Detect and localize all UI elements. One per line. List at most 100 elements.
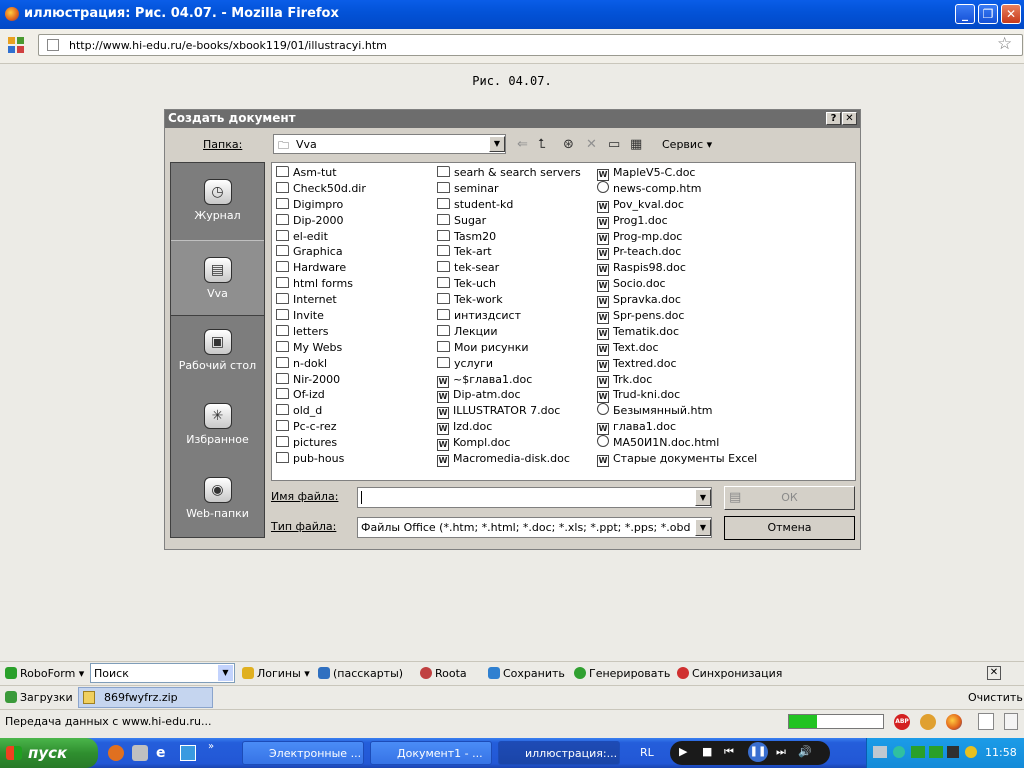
new-folder-icon[interactable]: ▭ bbox=[608, 137, 620, 152]
task-illustration[interactable]: иллюстрация:... bbox=[498, 741, 620, 765]
close-button[interactable]: ✕ bbox=[1001, 4, 1021, 24]
tools-menu[interactable]: Сервис ▾ bbox=[662, 138, 712, 151]
file-item[interactable]: W Textred.doc bbox=[597, 356, 757, 372]
resize-grip-icon[interactable] bbox=[1004, 713, 1018, 730]
file-item[interactable]: html forms bbox=[276, 276, 366, 292]
file-item[interactable]: W Trud-kni.doc bbox=[597, 387, 757, 404]
addon-face-icon[interactable] bbox=[920, 714, 936, 730]
file-item[interactable]: W Prog1.doc bbox=[597, 213, 757, 229]
file-item[interactable]: W Dip-atm.doc bbox=[437, 387, 581, 404]
passcards-button[interactable]: (пасскарты) bbox=[318, 667, 403, 680]
url-field[interactable]: http://www.hi-edu.ru/e-books/xbook119/01… bbox=[38, 34, 1023, 56]
quicklaunch-ie-icon[interactable]: e bbox=[156, 745, 172, 761]
roboform-search-input[interactable]: Поиск ▼ bbox=[90, 663, 235, 683]
place-vva[interactable]: ▤ Vva bbox=[171, 240, 264, 316]
chevron-down-icon[interactable]: ▼ bbox=[695, 489, 711, 506]
filetype-select[interactable]: Файлы Office (*.htm; *.html; *.doc; *.xl… bbox=[357, 517, 712, 538]
page-status-icon[interactable] bbox=[978, 713, 994, 730]
quicklaunch-app-icon[interactable] bbox=[132, 745, 148, 761]
file-item[interactable]: student-kd bbox=[437, 197, 581, 213]
file-item[interactable]: W Tematik.doc bbox=[597, 324, 757, 340]
place-desktop[interactable]: ▣ Рабочий стол bbox=[171, 313, 264, 387]
file-item[interactable]: Tek-uch bbox=[437, 276, 581, 292]
pause-icon[interactable]: ❚❚ bbox=[748, 742, 768, 762]
generate-button[interactable]: Генерировать bbox=[574, 667, 670, 680]
downloads-label[interactable]: Загрузки bbox=[5, 691, 73, 704]
task-document[interactable]: Документ1 - ... bbox=[370, 741, 492, 765]
minimize-button[interactable]: _ bbox=[955, 4, 975, 24]
file-item[interactable]: Internet bbox=[276, 292, 366, 308]
file-item[interactable]: W ILLUSTRATOR 7.doc bbox=[437, 403, 581, 420]
file-item[interactable]: n-dokl bbox=[276, 356, 366, 372]
cancel-button[interactable]: Отмена bbox=[724, 516, 855, 540]
file-item[interactable]: Tasm20 bbox=[437, 229, 581, 245]
help-button[interactable]: ? bbox=[826, 112, 841, 125]
ok-button[interactable]: ▤ ОК bbox=[724, 486, 855, 510]
file-item[interactable]: W Izd.doc bbox=[437, 419, 581, 436]
file-item[interactable]: W Raspis98.doc bbox=[597, 260, 757, 277]
back-arrow-icon[interactable]: ⇐ bbox=[517, 137, 528, 152]
sync-button[interactable]: Синхронизация bbox=[677, 667, 782, 680]
delete-icon[interactable]: ✕ bbox=[586, 137, 597, 152]
file-item[interactable]: Dip-2000 bbox=[276, 213, 366, 229]
maximize-button[interactable]: ❐ bbox=[978, 4, 998, 24]
file-item[interactable]: Tek-art bbox=[437, 244, 581, 260]
file-item[interactable]: W Text.doc bbox=[597, 340, 757, 356]
network-icon[interactable] bbox=[873, 746, 887, 758]
tray-roboform-icon[interactable] bbox=[911, 746, 925, 758]
file-item[interactable]: pictures bbox=[276, 435, 366, 451]
file-item[interactable]: W Kompl.doc bbox=[437, 435, 581, 452]
play-icon[interactable]: ▶ bbox=[679, 745, 687, 758]
file-item[interactable]: W ~$глава1.doc bbox=[437, 372, 581, 388]
file-item[interactable]: My Webs bbox=[276, 340, 366, 356]
bookmark-star-icon[interactable]: ☆ bbox=[997, 34, 1012, 54]
up-folder-icon[interactable]: ⮤ bbox=[538, 137, 546, 152]
file-item[interactable]: услуги bbox=[437, 356, 581, 372]
firefox-addon-icon[interactable] bbox=[946, 714, 962, 730]
file-item[interactable]: Hardware bbox=[276, 260, 366, 276]
tray-status-icon[interactable] bbox=[893, 746, 905, 758]
quicklaunch-more-icon[interactable]: » bbox=[208, 741, 214, 752]
file-item[interactable]: Digimpro bbox=[276, 197, 366, 213]
file-item[interactable]: seminar bbox=[437, 181, 581, 197]
place-favorites[interactable]: ✳ Избранное bbox=[171, 387, 264, 461]
file-item[interactable]: news-comp.htm bbox=[597, 180, 757, 197]
quicklaunch-browser-icon[interactable] bbox=[108, 745, 124, 761]
file-item[interactable]: Tek-work bbox=[437, 292, 581, 308]
volume-icon[interactable]: 🔊 bbox=[798, 745, 812, 758]
download-item[interactable]: 869fwyfrz.zip bbox=[78, 687, 213, 708]
file-item[interactable]: W MapleV5-C.doc bbox=[597, 165, 757, 181]
file-item[interactable]: W Trk.doc bbox=[597, 372, 757, 388]
quicklaunch-desktop-icon[interactable] bbox=[180, 745, 196, 761]
file-item[interactable]: W Socio.doc bbox=[597, 276, 757, 293]
next-icon[interactable]: ⏭ bbox=[776, 745, 786, 759]
file-item[interactable]: Nir-2000 bbox=[276, 372, 366, 388]
roota-button[interactable]: Roota bbox=[420, 667, 467, 680]
tray-app-icon[interactable] bbox=[929, 746, 943, 758]
save-passcard-button[interactable]: Сохранить bbox=[488, 667, 565, 680]
file-item[interactable]: W Pov_kval.doc bbox=[597, 197, 757, 213]
previous-icon[interactable]: ⏮ bbox=[724, 745, 734, 759]
file-item[interactable]: Check50d.dir bbox=[276, 181, 366, 197]
file-item[interactable]: Graphica bbox=[276, 244, 366, 260]
file-item[interactable]: el-edit bbox=[276, 229, 366, 245]
file-item[interactable]: Wглава1.doc bbox=[597, 419, 757, 436]
file-item[interactable]: pub-hous bbox=[276, 451, 366, 467]
dialog-close-button[interactable]: ✕ bbox=[842, 112, 857, 125]
file-item[interactable]: letters bbox=[276, 324, 366, 340]
language-indicator[interactable]: RL bbox=[640, 746, 654, 759]
file-item[interactable]: W Старые документы Excel bbox=[597, 451, 757, 468]
start-button[interactable]: пуск bbox=[0, 738, 98, 768]
place-web-folders[interactable]: ◉ Web-папки bbox=[171, 461, 264, 535]
file-item[interactable]: W Spr-pens.doc bbox=[597, 308, 757, 325]
roboform-menu[interactable]: RoboForm ▾ bbox=[5, 667, 84, 680]
file-item[interactable]: Безымянный.htm bbox=[597, 403, 757, 419]
task-electronic[interactable]: Электронные ... bbox=[242, 741, 364, 765]
file-item[interactable]: Pc-c-rez bbox=[276, 419, 366, 435]
file-item[interactable]: W Prog-mp.doc bbox=[597, 229, 757, 245]
clear-downloads-button[interactable]: Очистить bbox=[968, 691, 1023, 704]
chevron-down-icon[interactable]: ▼ bbox=[489, 136, 505, 152]
stop-icon[interactable]: ■ bbox=[702, 745, 712, 758]
speed-dial-icon[interactable] bbox=[8, 37, 26, 55]
file-item[interactable]: Of-izd bbox=[276, 387, 366, 403]
